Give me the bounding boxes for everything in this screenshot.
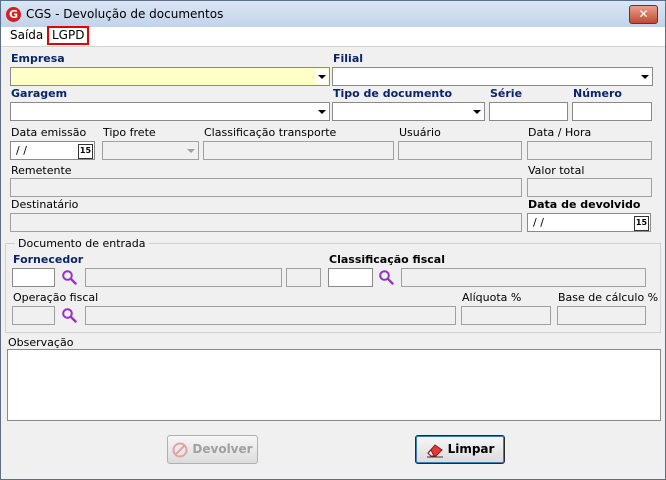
base-calculo-label: Base de cálculo %: [558, 291, 659, 304]
chevron-down-icon[interactable]: [638, 69, 651, 84]
tipo-documento-label: Tipo de documento: [333, 87, 453, 100]
tipo-frete-label: Tipo frete: [103, 126, 156, 139]
valor-total-field: [527, 178, 652, 197]
observacao-label: Observação: [8, 336, 74, 349]
data-emissao-label: Data emissão: [11, 126, 87, 139]
tipo-frete-select[interactable]: [102, 141, 199, 160]
chevron-down-icon[interactable]: [184, 143, 197, 158]
chevron-down-icon[interactable]: [470, 104, 483, 119]
devolver-button-label: Devolver: [192, 442, 253, 456]
aliquota-label: Alíquota %: [462, 291, 522, 304]
destinatario-field: [10, 213, 522, 232]
operacao-fiscal-desc-field: [85, 306, 456, 325]
calendar-icon[interactable]: 15: [634, 216, 649, 231]
main-window: G CGS - Devolução de documentos ✕ Saída …: [0, 0, 666, 480]
classificacao-fiscal-input[interactable]: [328, 268, 373, 287]
empresa-select[interactable]: [10, 67, 330, 86]
filial-label: Filial: [333, 52, 364, 65]
remetente-field: [10, 178, 522, 197]
operacao-fiscal-code-field: [12, 306, 55, 325]
remetente-label: Remetente: [11, 164, 72, 177]
aliquota-field: [461, 306, 551, 325]
data-emissao-input[interactable]: / / 15: [10, 141, 95, 160]
no-entry-icon: [172, 442, 188, 457]
menu-item-lgpd[interactable]: LGPD: [47, 26, 90, 45]
observacao-textarea[interactable]: [7, 349, 661, 421]
usuario-field: [398, 141, 522, 160]
filial-select[interactable]: [332, 67, 653, 86]
data-devolvido-value: / /: [533, 216, 544, 229]
data-emissao-value: / /: [16, 144, 27, 157]
classificacao-fiscal-label: Classificação fiscal: [329, 253, 445, 266]
serie-input[interactable]: [489, 102, 568, 121]
empresa-label: Empresa: [11, 52, 65, 65]
app-logo-icon: G: [6, 7, 21, 22]
tipo-documento-select[interactable]: [332, 102, 485, 121]
operacao-fiscal-label: Operação fiscal: [13, 291, 99, 304]
menu-bar: Saída LGPD: [1, 26, 665, 47]
documento-entrada-label: Documento de entrada: [15, 237, 149, 250]
window-title: CGS - Devolução de documentos: [26, 7, 224, 21]
destinatario-label: Destinatário: [11, 198, 79, 211]
classificacao-transporte-field: [203, 141, 394, 160]
base-calculo-field: [557, 306, 646, 325]
classificacao-fiscal-desc-field: [401, 268, 646, 287]
chevron-down-icon[interactable]: [315, 104, 328, 119]
close-button[interactable]: ✕: [629, 5, 658, 24]
data-devolvido-input[interactable]: / / 15: [527, 213, 651, 232]
data-hora-label: Data / Hora: [528, 126, 592, 139]
garagem-select[interactable]: [10, 102, 330, 121]
numero-label: Número: [573, 87, 622, 100]
search-icon[interactable]: [61, 307, 77, 323]
fornecedor-label: Fornecedor: [13, 253, 84, 266]
fornecedor-code-input[interactable]: [12, 268, 55, 287]
valor-total-label: Valor total: [528, 164, 585, 177]
garagem-label: Garagem: [11, 87, 68, 100]
usuario-label: Usuário: [399, 126, 441, 139]
serie-label: Série: [490, 87, 523, 100]
devolver-button[interactable]: Devolver: [167, 435, 258, 464]
fornecedor-extra-field: [286, 268, 321, 287]
numero-input[interactable]: [572, 102, 652, 121]
menu-item-saida[interactable]: Saída: [8, 28, 45, 43]
chevron-down-icon[interactable]: [315, 69, 328, 84]
limpar-button[interactable]: Limpar: [415, 435, 505, 464]
fornecedor-name-field: [85, 268, 282, 287]
classificacao-transporte-label: Classificação transporte: [204, 126, 337, 139]
data-devolvido-label: Data de devolvido: [528, 198, 641, 211]
data-hora-field: [527, 141, 652, 160]
title-bar: G CGS - Devolução de documentos ✕: [1, 1, 665, 27]
limpar-button-label: Limpar: [447, 442, 495, 456]
search-icon[interactable]: [378, 269, 394, 285]
eraser-icon: [426, 443, 443, 457]
search-icon[interactable]: [61, 269, 77, 285]
calendar-icon[interactable]: 15: [78, 144, 93, 159]
